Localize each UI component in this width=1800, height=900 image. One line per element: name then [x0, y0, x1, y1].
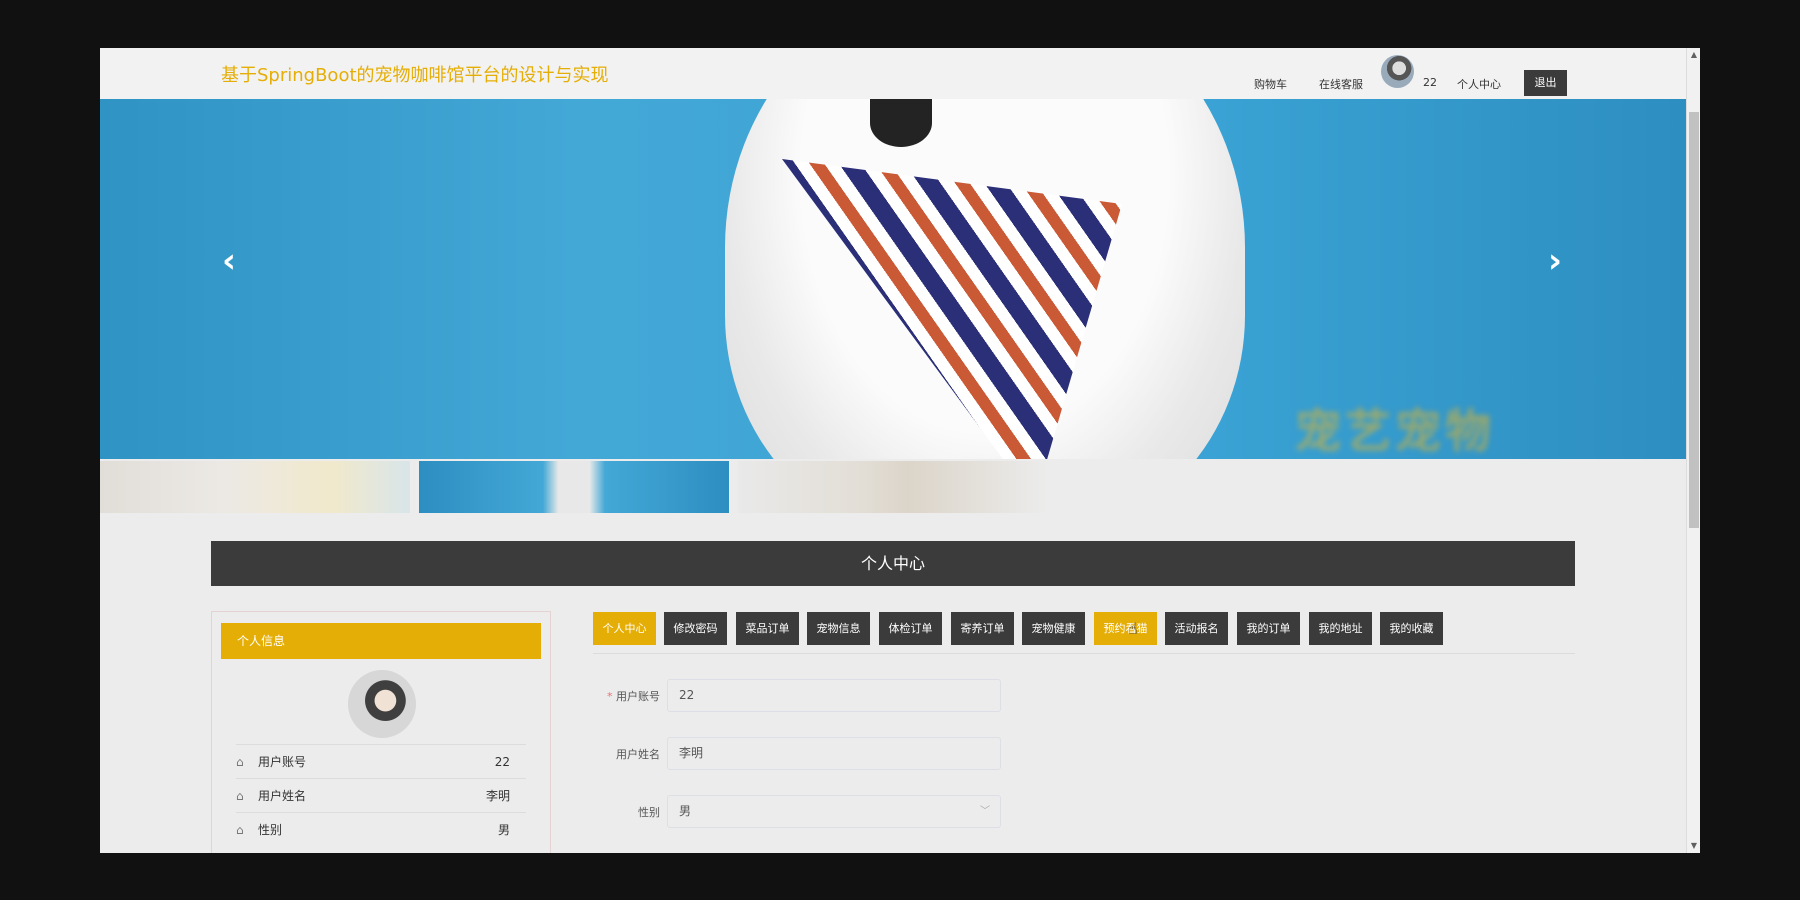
- required-mark: *: [607, 690, 613, 703]
- info-value: 李明: [485, 789, 510, 803]
- scrollbar-thumb[interactable]: [1689, 112, 1699, 528]
- nav-cart-link[interactable]: 购物车: [1254, 76, 1287, 92]
- info-label: 用户账号: [258, 755, 307, 769]
- sidebar-heading: 个人信息: [221, 623, 541, 659]
- account-label-text: 用户账号: [616, 690, 660, 703]
- logout-button[interactable]: 退出: [1524, 70, 1567, 96]
- chevron-left-icon[interactable]: ‹: [222, 241, 236, 281]
- account-label: * 用户账号: [580, 688, 660, 704]
- home-icon: ⌂: [236, 823, 244, 837]
- browser-viewport: 基于SpringBoot的宠物咖啡馆平台的设计与实现 购物车 在线客服 22 个…: [100, 48, 1700, 853]
- account-input[interactable]: 22: [667, 679, 1001, 712]
- home-icon: ⌂: [236, 789, 244, 803]
- hand-cursor-icon: ☝: [1128, 619, 1138, 638]
- page-scrollbar[interactable]: ▲ ▼: [1686, 48, 1700, 853]
- tab-change-password[interactable]: 修改密码: [664, 612, 727, 645]
- info-label: 性别: [258, 823, 283, 837]
- carousel-thumbnail-1[interactable]: [100, 461, 410, 513]
- name-input[interactable]: 李明: [667, 737, 1001, 770]
- nav-service-link[interactable]: 在线客服: [1319, 76, 1363, 92]
- nav-center-link[interactable]: 个人中心: [1457, 76, 1501, 92]
- home-icon: ⌂: [236, 755, 244, 769]
- tab-boarding-orders[interactable]: 寄养订单: [951, 612, 1014, 645]
- scroll-up-icon[interactable]: ▲: [1687, 48, 1700, 62]
- tab-my-favorites[interactable]: 我的收藏: [1380, 612, 1443, 645]
- gender-select[interactable]: 男 ﹀: [667, 795, 1001, 828]
- info-row-name: ⌂ 用户姓名 李明: [236, 778, 526, 812]
- info-value: 男: [497, 823, 510, 837]
- banner-dog-nose: [870, 99, 932, 147]
- banner-watermark: 宠艺宠物: [1295, 404, 1495, 458]
- info-row-gender: ⌂ 性别 男: [236, 812, 526, 846]
- gender-select-value: 男: [679, 804, 692, 818]
- tab-activity-signup[interactable]: 活动报名: [1165, 612, 1228, 645]
- sidebar-avatar: [348, 670, 416, 738]
- scroll-down-icon[interactable]: ▼: [1687, 839, 1700, 853]
- profile-sidebar: 个人信息 ⌂ 用户账号 22 ⌂ 用户姓名 李明 ⌂ 性别 男: [211, 611, 551, 853]
- carousel-thumbnail-3[interactable]: [738, 461, 1048, 513]
- carousel-thumbnail-2[interactable]: [419, 461, 729, 513]
- gender-label: 性别: [638, 806, 660, 819]
- chevron-right-icon[interactable]: ›: [1548, 241, 1562, 281]
- tab-my-address[interactable]: 我的地址: [1309, 612, 1372, 645]
- tab-my-orders[interactable]: 我的订单: [1237, 612, 1300, 645]
- info-label: 用户姓名: [258, 789, 307, 803]
- site-title[interactable]: 基于SpringBoot的宠物咖啡馆平台的设计与实现: [221, 61, 609, 87]
- top-header: 基于SpringBoot的宠物咖啡馆平台的设计与实现 购物车 在线客服 22 个…: [100, 48, 1686, 99]
- tab-checkup-orders[interactable]: 体检订单: [879, 612, 942, 645]
- tab-pet-health[interactable]: 宠物健康: [1022, 612, 1085, 645]
- tab-reservations[interactable]: 预约看猫: [1094, 612, 1157, 645]
- section-title-bar: 个人中心: [211, 541, 1575, 586]
- chevron-down-icon: ﹀: [980, 806, 990, 817]
- user-avatar[interactable]: [1381, 55, 1414, 88]
- info-row-account: ⌂ 用户账号 22: [236, 744, 526, 778]
- info-value: 22: [494, 755, 510, 769]
- tab-pet-info[interactable]: 宠物信息: [807, 612, 870, 645]
- tab-dish-orders[interactable]: 菜品订单: [736, 612, 799, 645]
- tab-divider: [593, 653, 1575, 654]
- carousel-thumbnails: [100, 461, 1686, 513]
- banner-carousel: 宠艺宠物 ‹ ›: [100, 99, 1686, 459]
- nav-username: 22: [1423, 76, 1437, 89]
- name-label: 用户姓名: [616, 748, 660, 761]
- tab-center[interactable]: 个人中心: [593, 612, 656, 645]
